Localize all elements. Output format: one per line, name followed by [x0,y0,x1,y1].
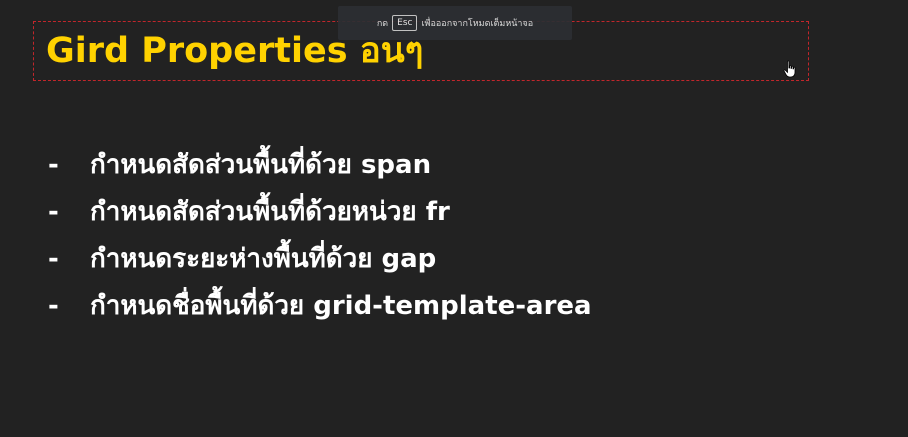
notice-suffix: เพื่อออกจากโหมดเต็มหน้าจอ [421,19,534,29]
bullet-text: กำหนดสัดส่วนพื้นที่ด้วย span [90,150,432,180]
list-item: - กำหนดชื่อพื้นที่ด้วย grid-template-are… [48,282,592,329]
bullet-list: - กำหนดสัดส่วนพื้นที่ด้วย span - กำหนดสั… [48,141,592,329]
bullet-dash: - [48,149,59,180]
bullet-text: กำหนดระยะห่างพื้นที่ด้วย gap [90,244,437,274]
bullet-dash: - [48,290,59,321]
notice-prefix: กด [376,19,389,29]
bullet-text: กำหนดชื่อพื้นที่ด้วย grid-template-area [90,291,592,321]
presentation-slide: Gird Properties อนๆ - กำหนดสัดส่วนพื้นที… [0,0,908,437]
bullet-dash: - [48,243,59,274]
hand-pointer-icon [783,60,796,78]
list-item: - กำหนดระยะห่างพื้นที่ด้วย gap [48,235,592,282]
list-item: - กำหนดสัดส่วนพื้นที่ด้วยหน่วย fr [48,188,592,235]
list-item: - กำหนดสัดส่วนพื้นที่ด้วย span [48,141,592,188]
esc-key: Esc [392,15,418,31]
bullet-dash: - [48,196,59,227]
bullet-text: กำหนดสัดส่วนพื้นที่ด้วยหน่วย fr [90,197,450,227]
fullscreen-exit-notice: กด Esc เพื่อออกจากโหมดเต็มหน้าจอ [338,6,572,40]
